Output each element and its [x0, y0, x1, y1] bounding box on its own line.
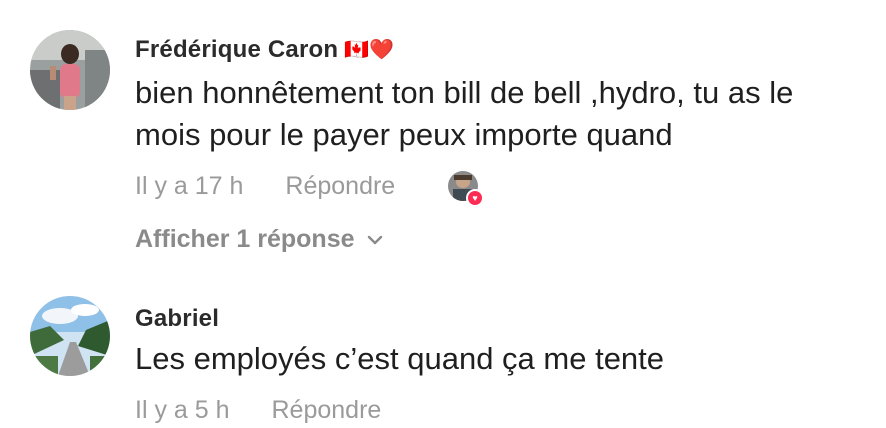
reply-button[interactable]: Répondre: [285, 172, 395, 200]
comment-meta: Il y a 17 h Répondre: [135, 172, 395, 201]
comment-author[interactable]: Gabriel: [135, 305, 219, 333]
view-replies-label[interactable]: Afficher 1 réponse: [135, 225, 355, 253]
heart-icon: ♥: [466, 189, 484, 207]
comment-time: Il y a 17 h: [135, 172, 244, 200]
comment-time: Il y a 5 h: [135, 396, 230, 424]
comment-text: Les employés c’est quand ça me tente: [135, 341, 665, 376]
chevron-down-icon[interactable]: [367, 223, 383, 252]
avatar[interactable]: [30, 296, 110, 376]
avatar[interactable]: [30, 30, 110, 110]
view-replies-button[interactable]: Afficher 1 réponse: [135, 223, 383, 254]
author-badges: 🇨🇦❤️: [344, 39, 395, 61]
comment-author[interactable]: Frédérique Caron 🇨🇦❤️: [135, 36, 394, 64]
comment-text: bien honnêtement ton bill de bell ,hydro…: [135, 75, 794, 152]
author-name[interactable]: Frédérique Caron: [135, 36, 338, 63]
comment-meta: Il y a 5 h Répondre: [135, 396, 381, 425]
author-name[interactable]: Gabriel: [135, 305, 219, 332]
reply-button[interactable]: Répondre: [272, 396, 382, 424]
